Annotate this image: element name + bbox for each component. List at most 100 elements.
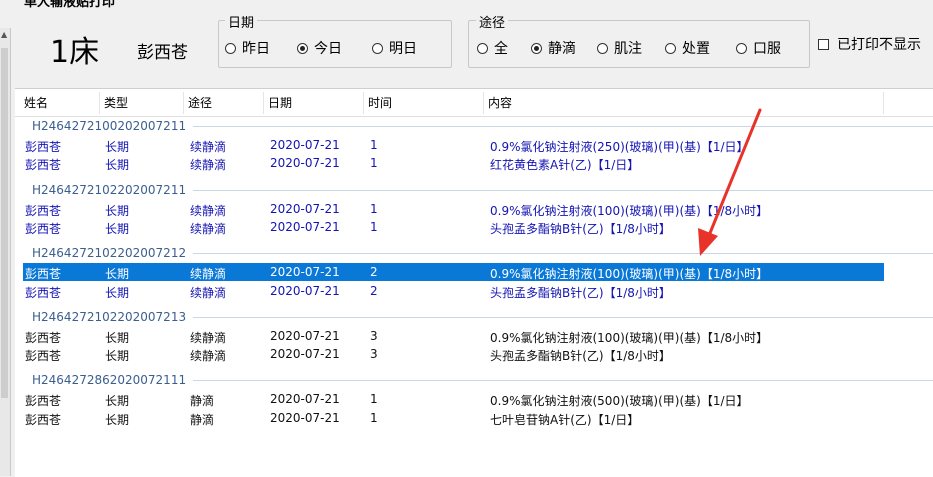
- cell-content: 头孢孟多酯钠B针(乙)【1/8小时】: [490, 221, 671, 236]
- cell-time: 1: [370, 219, 378, 234]
- radio-label: 肌注: [614, 41, 642, 57]
- group-separator: [193, 189, 933, 191]
- cell-date: 2020-07-21: [270, 410, 340, 425]
- group-separator: [193, 380, 933, 382]
- radio-all[interactable]: 全: [477, 38, 508, 58]
- cell-time: 3: [370, 328, 378, 343]
- cell-content: 0.9%氯化钠注射液(100)(玻璃)(甲)(基)【1/8小时】: [490, 267, 769, 282]
- radio-selected-icon: [297, 42, 308, 54]
- col-divider: [183, 92, 184, 114]
- cell-type: 长期: [105, 394, 130, 409]
- cell-time: 1: [370, 138, 378, 152]
- col-header-content[interactable]: 内容: [488, 89, 512, 116]
- cell-route: 静滴: [190, 412, 215, 427]
- radio-tomorrow[interactable]: 明日: [372, 38, 417, 58]
- group-separator: [193, 126, 933, 127]
- table-row[interactable]: 彭西苍 长期 续静滴 2020-07-21 1 红花黄色素A针(乙)【1/日】: [23, 154, 884, 172]
- date-group-label: 日期: [225, 12, 258, 31]
- cell-route: 续静滴: [190, 285, 227, 300]
- cell-content: 头孢孟多酯钠B针(乙)【1/8小时】: [490, 285, 671, 300]
- cell-type: 长期: [105, 203, 130, 218]
- cell-name: 彭西苍: [25, 203, 62, 218]
- table-row[interactable]: 彭西苍 长期 续静滴 2020-07-21 1 头孢孟多酯钠B针(乙)【1/8小时】: [23, 218, 884, 236]
- scroll-up-icon[interactable]: ▲: [1, 30, 7, 39]
- radio-treatment[interactable]: 处置: [665, 38, 710, 58]
- patient-name: 彭西苍: [137, 43, 188, 63]
- col-divider: [483, 92, 484, 114]
- cell-date: 2020-07-21: [270, 392, 340, 407]
- group-separator: [193, 253, 933, 255]
- cell-name: 彭西苍: [25, 221, 62, 236]
- table-row[interactable]: 彭西苍 长期 续静滴 2020-07-21 3 头孢孟多酯钠B针(乙)【1/8小时】: [23, 345, 884, 363]
- cell-time: 1: [370, 201, 378, 216]
- cell-time: 1: [370, 156, 378, 171]
- cell-date: 2020-07-21: [270, 138, 340, 152]
- group-id-label: H2464272102202007212: [32, 246, 187, 261]
- radio-im[interactable]: 肌注: [597, 38, 642, 58]
- group-separator: [193, 316, 933, 318]
- cell-name: 彭西苍: [25, 285, 62, 300]
- radio-label: 口服: [753, 41, 781, 57]
- cell-time: 1: [370, 410, 378, 425]
- table-row[interactable]: 彭西苍 长期 续静滴 2020-07-21 3 0.9%氯化钠注射液(100)(玻璃)(甲…: [23, 327, 884, 345]
- radio-label: 昨日: [242, 41, 270, 57]
- cell-date: 2020-07-21: [270, 219, 340, 234]
- group-id-label: H2464272100202007211: [32, 119, 187, 133]
- cell-name: 彭西苍: [25, 412, 62, 427]
- cell-content: 0.9%氯化钠注射液(100)(玻璃)(甲)(基)【1/8小时】: [490, 203, 769, 218]
- radio-iv-drip[interactable]: 静滴: [531, 38, 576, 58]
- cell-time: 2: [370, 265, 378, 280]
- left-scrollbar[interactable]: ▲: [0, 28, 11, 476]
- cell-date: 2020-07-21: [270, 328, 340, 343]
- cell-type: 长期: [105, 140, 130, 154]
- radio-icon: [477, 42, 488, 54]
- cell-content: 红花黄色素A针(乙)【1/日】: [490, 158, 640, 173]
- table-row[interactable]: 彭西苍 长期 静滴 2020-07-21 1 七叶皂苷钠A针(乙)【1/日】: [23, 409, 884, 427]
- group-id-label: H2464272862020072111: [32, 373, 187, 388]
- route-group-label: 途径: [476, 12, 509, 31]
- table-row[interactable]: 彭西苍 长期 续静滴 2020-07-21 2 头孢孟多酯钠B针(乙)【1/8小时】: [23, 282, 884, 300]
- cell-name: 彭西苍: [25, 349, 62, 364]
- radio-icon: [597, 42, 608, 54]
- cell-type: 长期: [105, 221, 130, 236]
- radio-label: 处置: [682, 41, 710, 57]
- cell-route: 续静滴: [190, 203, 227, 218]
- col-header-route[interactable]: 途径: [188, 89, 212, 116]
- radio-label: 静滴: [548, 41, 576, 57]
- cell-route: 续静滴: [190, 221, 227, 236]
- col-divider: [263, 92, 264, 114]
- scrollbar-thumb[interactable]: [1, 48, 8, 398]
- cell-date: 2020-07-21: [270, 347, 340, 362]
- cell-route: 静滴: [190, 394, 215, 409]
- radio-icon: [736, 42, 747, 54]
- cell-route: 续静滴: [190, 330, 227, 345]
- cell-content: 头孢孟多酯钠B针(乙)【1/8小时】: [490, 349, 671, 364]
- radio-yesterday[interactable]: 昨日: [225, 38, 270, 58]
- col-header-time[interactable]: 时间: [368, 89, 392, 116]
- table-row[interactable]: 彭西苍 长期 续静滴 2020-07-21 1 0.9%氯化钠注射液(250)(玻璃)(甲…: [23, 136, 884, 154]
- checkbox-label: 已打印不显示: [837, 37, 921, 53]
- radio-today[interactable]: 今日: [297, 38, 342, 58]
- radio-oral[interactable]: 口服: [736, 38, 781, 58]
- cell-content: 0.9%氯化钠注射液(100)(玻璃)(甲)(基)【1/8小时】: [490, 330, 769, 345]
- cell-content: 七叶皂苷钠A针(乙)【1/日】: [490, 412, 640, 427]
- order-grid[interactable]: 姓名 类型 途径 日期 时间 内容 H2464272100202007211 彭西…: [15, 88, 933, 477]
- cell-route: 续静滴: [190, 158, 227, 173]
- col-header-name[interactable]: 姓名: [24, 89, 48, 116]
- cell-date: 2020-07-21: [270, 201, 340, 216]
- table-row[interactable]: 彭西苍 长期 续静滴 2020-07-21 1 0.9%氯化钠注射液(100)(玻璃)(甲…: [23, 200, 884, 218]
- col-header-date[interactable]: 日期: [268, 89, 292, 116]
- col-header-type[interactable]: 类型: [104, 89, 128, 116]
- col-divider: [883, 92, 884, 114]
- hide-printed-checkbox[interactable]: 已打印不显示: [818, 34, 921, 54]
- cell-type: 长期: [105, 412, 130, 427]
- radio-icon: [665, 42, 676, 54]
- group-id-label: H2464272102202007211: [32, 182, 187, 197]
- cell-route: 续静滴: [190, 140, 227, 154]
- cell-time: 3: [370, 347, 378, 362]
- radio-icon: [372, 42, 383, 54]
- radio-icon: [225, 42, 236, 54]
- col-divider: [99, 92, 100, 114]
- table-row[interactable]: 彭西苍 长期 静滴 2020-07-21 1 0.9%氯化钠注射液(500)(玻璃)(甲)…: [23, 390, 884, 408]
- table-row-selected[interactable]: 彭西苍 长期 续静滴 2020-07-21 2 0.9%氯化钠注射液(100)(玻璃)(甲…: [23, 263, 884, 282]
